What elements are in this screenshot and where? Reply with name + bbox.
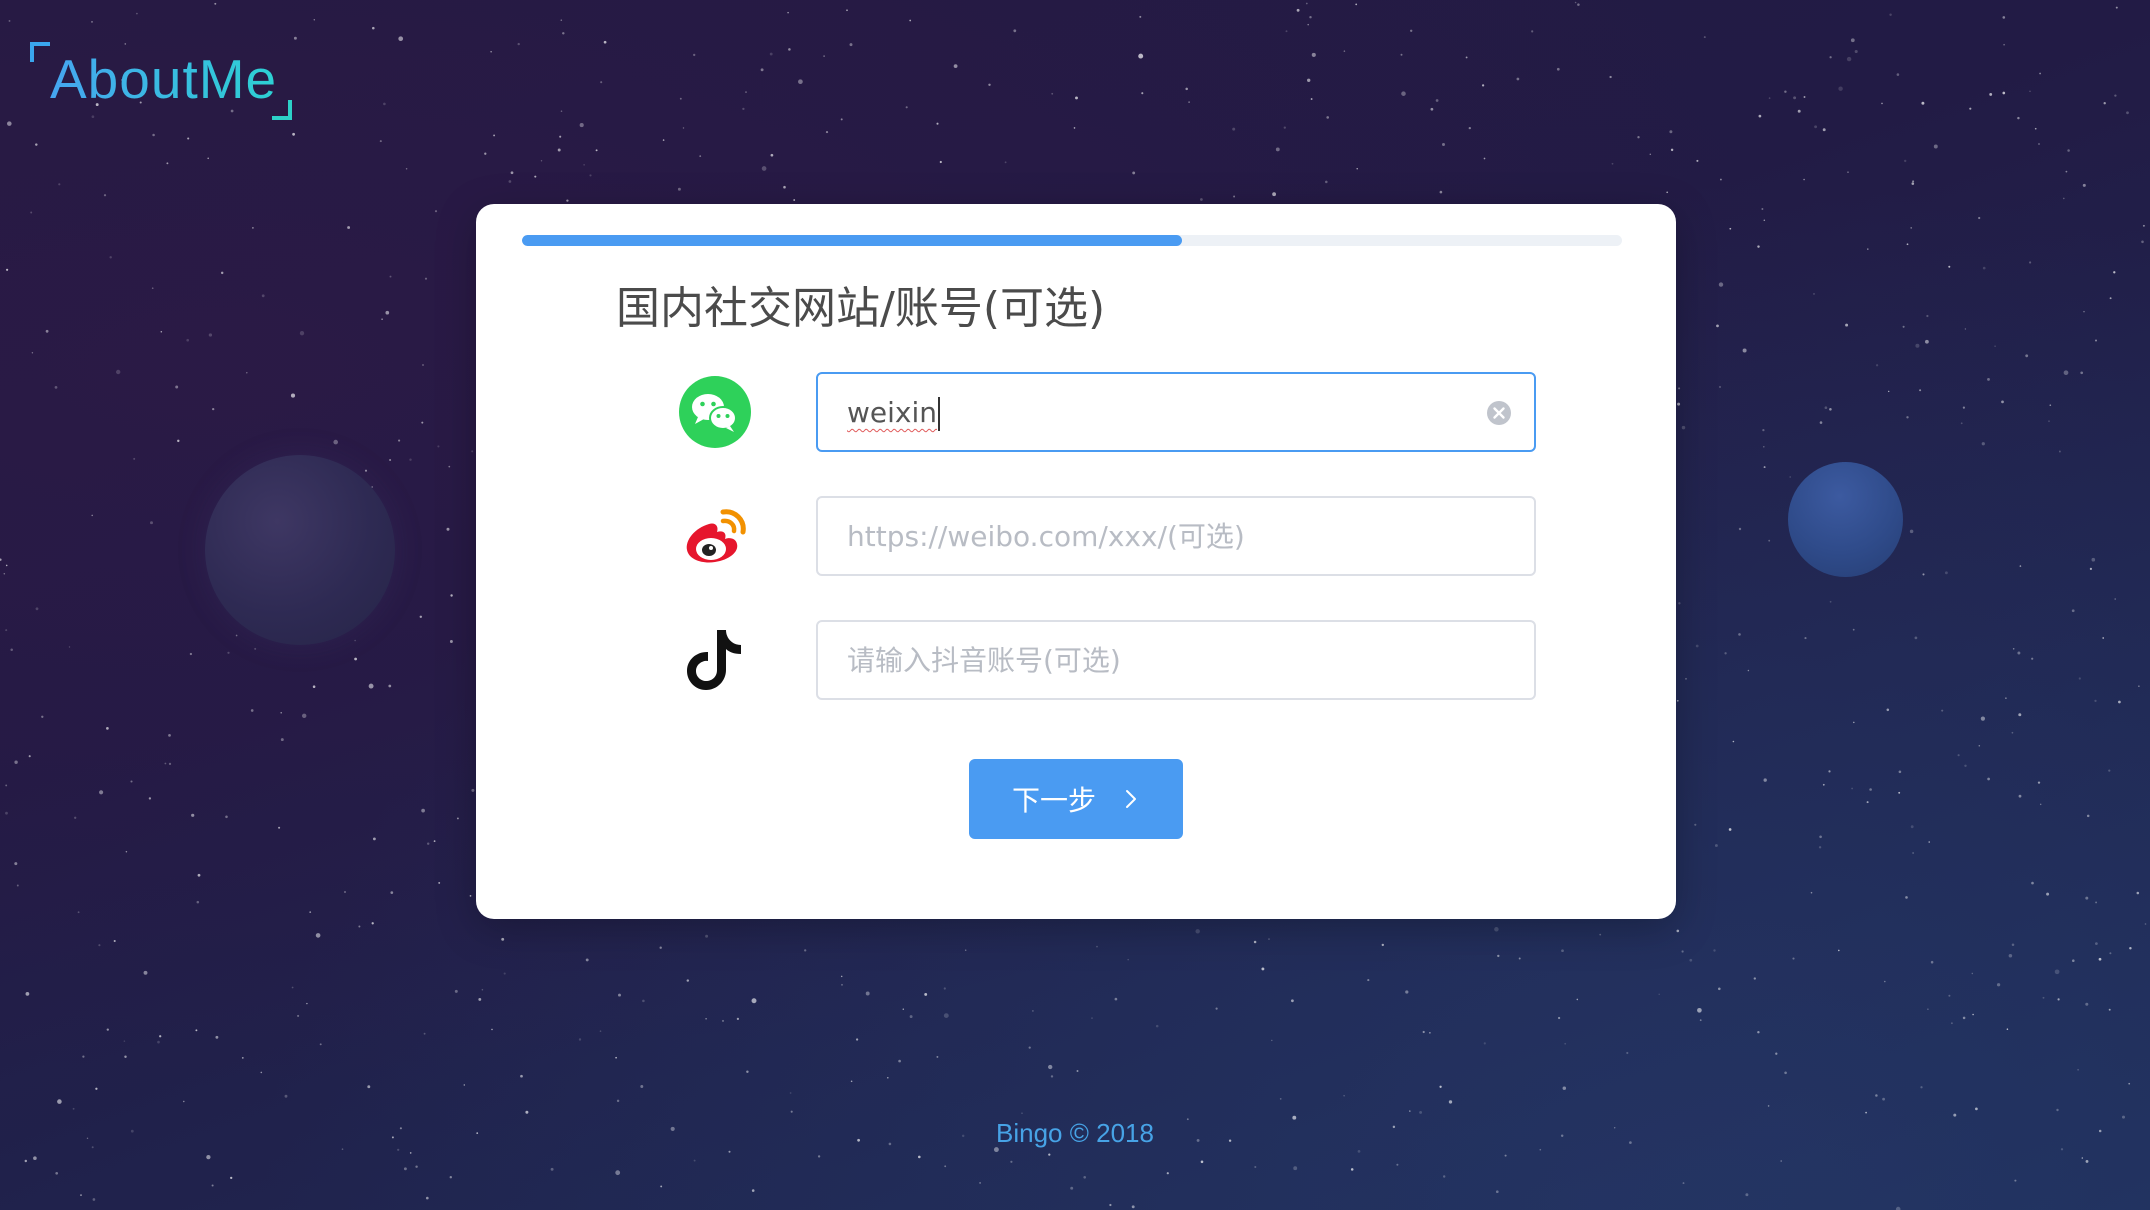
tiktok-row xyxy=(476,620,1676,700)
wechat-field[interactable]: weixin xyxy=(816,372,1536,452)
logo-bracket-top-left xyxy=(30,42,50,62)
chevron-right-icon xyxy=(1122,788,1140,810)
tiktok-icon xyxy=(679,624,751,696)
progress-bar-fill xyxy=(522,235,1182,246)
wechat-row: weixin xyxy=(476,372,1676,452)
clear-input-icon[interactable] xyxy=(1486,400,1512,426)
weibo-icon xyxy=(679,500,751,572)
tiktok-input[interactable] xyxy=(818,622,1534,698)
weibo-input[interactable] xyxy=(818,498,1534,574)
text-caret xyxy=(938,397,941,431)
form-title: 国内社交网站/账号(可选) xyxy=(616,283,1106,334)
weibo-field[interactable] xyxy=(816,496,1536,576)
social-accounts-card: 国内社交网站/账号(可选) weixin https://weibo.com/x… xyxy=(476,204,1676,919)
weibo-row xyxy=(476,496,1676,576)
footer-copyright: Bingo © 2018 xyxy=(996,1118,1154,1148)
wechat-input-value: weixin xyxy=(847,396,941,431)
next-step-button[interactable]: 下一步 xyxy=(969,759,1183,839)
logo[interactable]: AboutMe xyxy=(30,42,292,120)
logo-bracket-bottom-right xyxy=(272,100,292,120)
logo-text: AboutMe xyxy=(50,48,278,110)
tiktok-field[interactable] xyxy=(816,620,1536,700)
next-step-label: 下一步 xyxy=(1011,784,1096,817)
progress-bar xyxy=(522,235,1622,246)
planet-decoration-right xyxy=(1788,462,1903,577)
wechat-icon xyxy=(679,376,751,448)
planet-decoration-left xyxy=(205,455,395,645)
